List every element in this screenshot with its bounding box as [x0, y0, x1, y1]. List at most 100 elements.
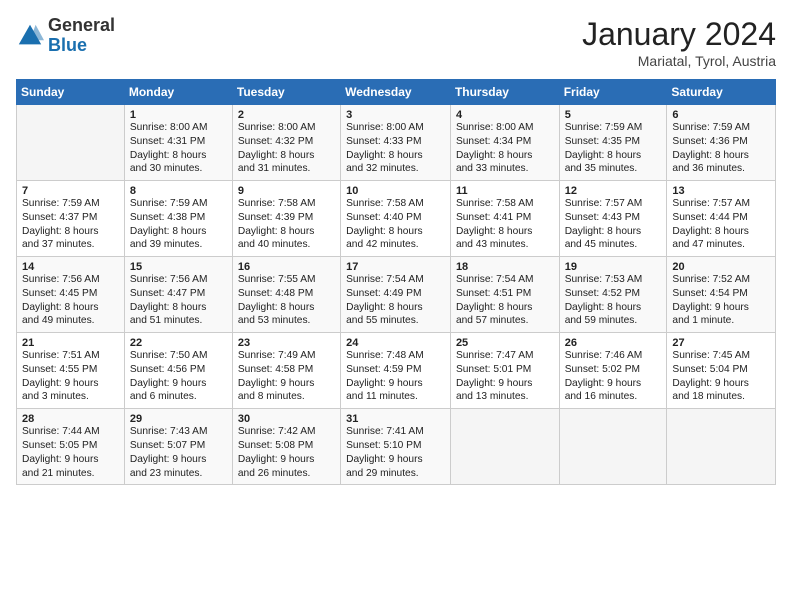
calendar-cell	[450, 409, 559, 485]
day-number: 2	[238, 109, 335, 121]
day-number: 30	[238, 413, 335, 425]
day-number: 20	[672, 261, 770, 273]
calendar-cell: 28Sunrise: 7:44 AM Sunset: 5:05 PM Dayli…	[17, 409, 125, 485]
day-number: 7	[22, 185, 119, 197]
logo-icon	[16, 22, 44, 50]
day-info: Sunrise: 8:00 AM Sunset: 4:34 PM Dayligh…	[456, 121, 554, 176]
day-number: 18	[456, 261, 554, 273]
day-info: Sunrise: 7:56 AM Sunset: 4:45 PM Dayligh…	[22, 273, 119, 328]
day-info: Sunrise: 7:50 AM Sunset: 4:56 PM Dayligh…	[130, 349, 227, 404]
calendar-week-row: 28Sunrise: 7:44 AM Sunset: 5:05 PM Dayli…	[17, 409, 776, 485]
day-number: 21	[22, 337, 119, 349]
calendar-cell: 20Sunrise: 7:52 AM Sunset: 4:54 PM Dayli…	[667, 257, 776, 333]
day-number: 31	[346, 413, 445, 425]
day-number: 17	[346, 261, 445, 273]
logo-text: General Blue	[48, 16, 115, 56]
calendar-cell: 18Sunrise: 7:54 AM Sunset: 4:51 PM Dayli…	[450, 257, 559, 333]
calendar-cell: 30Sunrise: 7:42 AM Sunset: 5:08 PM Dayli…	[232, 409, 340, 485]
calendar-cell: 19Sunrise: 7:53 AM Sunset: 4:52 PM Dayli…	[559, 257, 667, 333]
day-number: 5	[565, 109, 662, 121]
day-info: Sunrise: 7:45 AM Sunset: 5:04 PM Dayligh…	[672, 349, 770, 404]
day-info: Sunrise: 7:43 AM Sunset: 5:07 PM Dayligh…	[130, 425, 227, 480]
day-number: 16	[238, 261, 335, 273]
day-info: Sunrise: 7:41 AM Sunset: 5:10 PM Dayligh…	[346, 425, 445, 480]
day-info: Sunrise: 7:55 AM Sunset: 4:48 PM Dayligh…	[238, 273, 335, 328]
day-info: Sunrise: 7:58 AM Sunset: 4:40 PM Dayligh…	[346, 197, 445, 252]
calendar-cell	[559, 409, 667, 485]
page-container: General Blue January 2024 Mariatal, Tyro…	[0, 0, 792, 493]
calendar-cell: 29Sunrise: 7:43 AM Sunset: 5:07 PM Dayli…	[124, 409, 232, 485]
day-info: Sunrise: 7:53 AM Sunset: 4:52 PM Dayligh…	[565, 273, 662, 328]
day-info: Sunrise: 7:59 AM Sunset: 4:35 PM Dayligh…	[565, 121, 662, 176]
day-number: 27	[672, 337, 770, 349]
calendar-cell: 1Sunrise: 8:00 AM Sunset: 4:31 PM Daylig…	[124, 105, 232, 181]
calendar-cell: 4Sunrise: 8:00 AM Sunset: 4:34 PM Daylig…	[450, 105, 559, 181]
calendar-cell: 5Sunrise: 7:59 AM Sunset: 4:35 PM Daylig…	[559, 105, 667, 181]
title-block: January 2024 Mariatal, Tyrol, Austria	[582, 16, 776, 69]
day-number: 24	[346, 337, 445, 349]
day-number: 14	[22, 261, 119, 273]
calendar-cell: 17Sunrise: 7:54 AM Sunset: 4:49 PM Dayli…	[341, 257, 451, 333]
day-info: Sunrise: 7:57 AM Sunset: 4:44 PM Dayligh…	[672, 197, 770, 252]
day-info: Sunrise: 8:00 AM Sunset: 4:32 PM Dayligh…	[238, 121, 335, 176]
calendar-cell: 12Sunrise: 7:57 AM Sunset: 4:43 PM Dayli…	[559, 181, 667, 257]
day-info: Sunrise: 7:59 AM Sunset: 4:36 PM Dayligh…	[672, 121, 770, 176]
day-number: 9	[238, 185, 335, 197]
day-number: 15	[130, 261, 227, 273]
calendar-cell: 26Sunrise: 7:46 AM Sunset: 5:02 PM Dayli…	[559, 333, 667, 409]
weekday-header: Saturday	[667, 80, 776, 105]
page-header: General Blue January 2024 Mariatal, Tyro…	[16, 16, 776, 69]
day-number: 6	[672, 109, 770, 121]
day-info: Sunrise: 7:54 AM Sunset: 4:51 PM Dayligh…	[456, 273, 554, 328]
day-number: 8	[130, 185, 227, 197]
calendar-cell: 22Sunrise: 7:50 AM Sunset: 4:56 PM Dayli…	[124, 333, 232, 409]
calendar-cell: 15Sunrise: 7:56 AM Sunset: 4:47 PM Dayli…	[124, 257, 232, 333]
header-row: SundayMondayTuesdayWednesdayThursdayFrid…	[17, 80, 776, 105]
calendar-cell: 3Sunrise: 8:00 AM Sunset: 4:33 PM Daylig…	[341, 105, 451, 181]
calendar-cell: 9Sunrise: 7:58 AM Sunset: 4:39 PM Daylig…	[232, 181, 340, 257]
calendar-cell: 11Sunrise: 7:58 AM Sunset: 4:41 PM Dayli…	[450, 181, 559, 257]
day-number: 10	[346, 185, 445, 197]
day-number: 3	[346, 109, 445, 121]
calendar-week-row: 1Sunrise: 8:00 AM Sunset: 4:31 PM Daylig…	[17, 105, 776, 181]
calendar-cell: 31Sunrise: 7:41 AM Sunset: 5:10 PM Dayli…	[341, 409, 451, 485]
day-info: Sunrise: 7:42 AM Sunset: 5:08 PM Dayligh…	[238, 425, 335, 480]
day-number: 4	[456, 109, 554, 121]
day-info: Sunrise: 7:48 AM Sunset: 4:59 PM Dayligh…	[346, 349, 445, 404]
day-number: 29	[130, 413, 227, 425]
logo: General Blue	[16, 16, 115, 56]
calendar-cell: 14Sunrise: 7:56 AM Sunset: 4:45 PM Dayli…	[17, 257, 125, 333]
logo-general: General	[48, 15, 115, 35]
calendar-cell: 25Sunrise: 7:47 AM Sunset: 5:01 PM Dayli…	[450, 333, 559, 409]
calendar-table: SundayMondayTuesdayWednesdayThursdayFrid…	[16, 79, 776, 485]
weekday-header: Friday	[559, 80, 667, 105]
calendar-cell: 21Sunrise: 7:51 AM Sunset: 4:55 PM Dayli…	[17, 333, 125, 409]
day-number: 23	[238, 337, 335, 349]
day-number: 28	[22, 413, 119, 425]
weekday-header: Monday	[124, 80, 232, 105]
day-info: Sunrise: 7:52 AM Sunset: 4:54 PM Dayligh…	[672, 273, 770, 328]
weekday-header: Tuesday	[232, 80, 340, 105]
day-number: 25	[456, 337, 554, 349]
day-info: Sunrise: 7:54 AM Sunset: 4:49 PM Dayligh…	[346, 273, 445, 328]
day-info: Sunrise: 7:47 AM Sunset: 5:01 PM Dayligh…	[456, 349, 554, 404]
day-number: 19	[565, 261, 662, 273]
calendar-cell: 27Sunrise: 7:45 AM Sunset: 5:04 PM Dayli…	[667, 333, 776, 409]
calendar-cell: 6Sunrise: 7:59 AM Sunset: 4:36 PM Daylig…	[667, 105, 776, 181]
day-number: 26	[565, 337, 662, 349]
day-number: 11	[456, 185, 554, 197]
weekday-header: Thursday	[450, 80, 559, 105]
weekday-header: Sunday	[17, 80, 125, 105]
calendar-cell: 23Sunrise: 7:49 AM Sunset: 4:58 PM Dayli…	[232, 333, 340, 409]
day-number: 22	[130, 337, 227, 349]
day-info: Sunrise: 7:44 AM Sunset: 5:05 PM Dayligh…	[22, 425, 119, 480]
day-info: Sunrise: 7:57 AM Sunset: 4:43 PM Dayligh…	[565, 197, 662, 252]
day-info: Sunrise: 8:00 AM Sunset: 4:33 PM Dayligh…	[346, 121, 445, 176]
day-info: Sunrise: 7:59 AM Sunset: 4:38 PM Dayligh…	[130, 197, 227, 252]
logo-blue: Blue	[48, 35, 87, 55]
calendar-cell: 8Sunrise: 7:59 AM Sunset: 4:38 PM Daylig…	[124, 181, 232, 257]
calendar-cell: 24Sunrise: 7:48 AM Sunset: 4:59 PM Dayli…	[341, 333, 451, 409]
location-subtitle: Mariatal, Tyrol, Austria	[582, 53, 776, 69]
day-info: Sunrise: 7:59 AM Sunset: 4:37 PM Dayligh…	[22, 197, 119, 252]
calendar-cell	[667, 409, 776, 485]
